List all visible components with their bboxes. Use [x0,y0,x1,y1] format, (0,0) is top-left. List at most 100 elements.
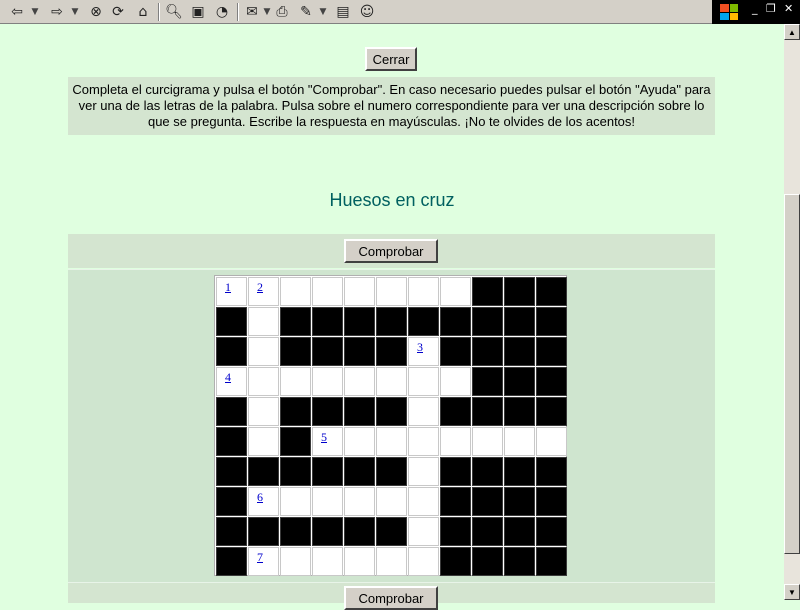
crossword-block [472,487,503,516]
crossword-cell[interactable] [312,277,343,306]
dropdown-icon[interactable]: ▼ [70,2,80,22]
dropdown-icon[interactable]: ▼ [318,2,328,22]
crossword-block [536,457,567,486]
toolbar-separator [237,3,239,21]
clue-number-link[interactable]: 1 [225,280,231,295]
crossword-cell[interactable]: 7 [248,547,279,576]
close-window-icon[interactable]: ✕ [784,2,793,15]
crossword-block [280,427,311,456]
crossword-cell[interactable]: 6 [248,487,279,516]
crossword-block [216,307,247,336]
crossword-grid: 1 2 3 4 5 6 7 [214,275,567,576]
crossword-cell[interactable]: 3 [408,337,439,366]
crossword-cell[interactable] [408,487,439,516]
forward-arrow-icon[interactable]: ⇨ [46,2,68,22]
crossword-block [280,457,311,486]
crossword-cell[interactable] [344,277,375,306]
crossword-block [440,547,471,576]
crossword-cell[interactable] [472,427,503,456]
print-icon[interactable]: ⎙ [272,2,292,22]
crossword-cell[interactable] [376,547,407,576]
crossword-cell[interactable] [504,427,535,456]
crossword-block [472,517,503,546]
crossword-block [440,337,471,366]
search-icon[interactable]: 🔍︎ [163,2,185,22]
crossword-cell[interactable] [344,427,375,456]
refresh-icon[interactable]: ⟳ [108,2,128,22]
vertical-scrollbar[interactable]: ▲ ▼ [784,24,800,600]
crossword-cell[interactable] [408,517,439,546]
crossword-cell[interactable] [376,277,407,306]
crossword-cell[interactable]: 4 [216,367,247,396]
crossword-cell[interactable] [536,427,567,456]
clue-number-link[interactable]: 7 [257,550,263,565]
history-icon[interactable]: ◔ [211,2,233,22]
crossword-block [504,487,535,516]
clue-number-link[interactable]: 3 [417,340,423,355]
crossword-cell[interactable] [248,427,279,456]
crossword-cell[interactable] [440,277,471,306]
crossword-block [344,457,375,486]
crossword-cell[interactable] [248,337,279,366]
crossword-block [216,457,247,486]
scroll-down-icon[interactable]: ▼ [784,584,800,600]
crossword-cell[interactable] [440,427,471,456]
crossword-cell[interactable] [312,487,343,516]
crossword-cell[interactable] [344,487,375,516]
crossword-block [504,367,535,396]
crossword-cell[interactable] [408,547,439,576]
crossword-cell[interactable] [408,427,439,456]
crossword-block [376,337,407,366]
crossword-cell[interactable] [408,397,439,426]
crossword-block [504,547,535,576]
mail-icon[interactable]: ✉ [242,2,262,22]
stop-icon[interactable]: ⊗ [86,2,106,22]
crossword-block [440,487,471,516]
scroll-up-icon[interactable]: ▲ [784,24,800,40]
crossword-cell[interactable] [376,487,407,516]
crossword-cell[interactable] [376,367,407,396]
discuss-icon[interactable]: ▤ [333,2,353,22]
minimize-icon[interactable]: _ [752,2,758,15]
dropdown-icon[interactable]: ▼ [30,2,40,22]
browser-toolbar: ⇦ ▼ ⇨ ▼ ⊗ ⟳ ⌂ 🔍︎ ▣ ◔ ✉ ▼ ⎙ ✎ ▼ ▤ ☺ _ ❐ ✕ [0,0,800,24]
crossword-cell[interactable] [280,547,311,576]
restore-icon[interactable]: ❐ [766,2,776,15]
crossword-block [216,487,247,516]
crossword-cell[interactable] [344,547,375,576]
crossword-cell[interactable] [440,367,471,396]
crossword-cell[interactable] [280,277,311,306]
crossword-cell[interactable] [408,457,439,486]
clue-number-link[interactable]: 4 [225,370,231,385]
check-button-top[interactable]: Comprobar [344,239,438,263]
crossword-cell[interactable] [248,397,279,426]
crossword-cell[interactable] [408,367,439,396]
crossword-cell[interactable] [248,367,279,396]
crossword-cell[interactable] [248,307,279,336]
crossword-cell[interactable] [280,487,311,516]
crossword-cell[interactable] [344,367,375,396]
clue-number-link[interactable]: 2 [257,280,263,295]
back-arrow-icon[interactable]: ⇦ [6,2,28,22]
crossword-cell[interactable] [312,367,343,396]
crossword-cell[interactable]: 2 [248,277,279,306]
dropdown-icon[interactable]: ▼ [262,2,272,22]
crossword-block [536,547,567,576]
crossword-cell[interactable] [408,277,439,306]
crossword-cell[interactable]: 1 [216,277,247,306]
check-button-bottom[interactable]: Comprobar [344,586,438,610]
crossword-cell[interactable]: 5 [312,427,343,456]
clue-number-link[interactable]: 6 [257,490,263,505]
crossword-block [504,307,535,336]
close-button[interactable]: Cerrar [365,47,417,71]
edit-icon[interactable]: ✎ [296,2,316,22]
crossword-cell[interactable] [376,427,407,456]
messenger-icon[interactable]: ☺ [357,2,377,22]
crossword-cell[interactable] [312,547,343,576]
home-icon[interactable]: ⌂ [132,2,154,22]
crossword-cell[interactable] [280,367,311,396]
crossword-block [504,337,535,366]
scrollbar-thumb[interactable] [784,194,800,554]
clue-number-link[interactable]: 5 [321,430,327,445]
favorites-icon[interactable]: ▣ [187,2,209,22]
